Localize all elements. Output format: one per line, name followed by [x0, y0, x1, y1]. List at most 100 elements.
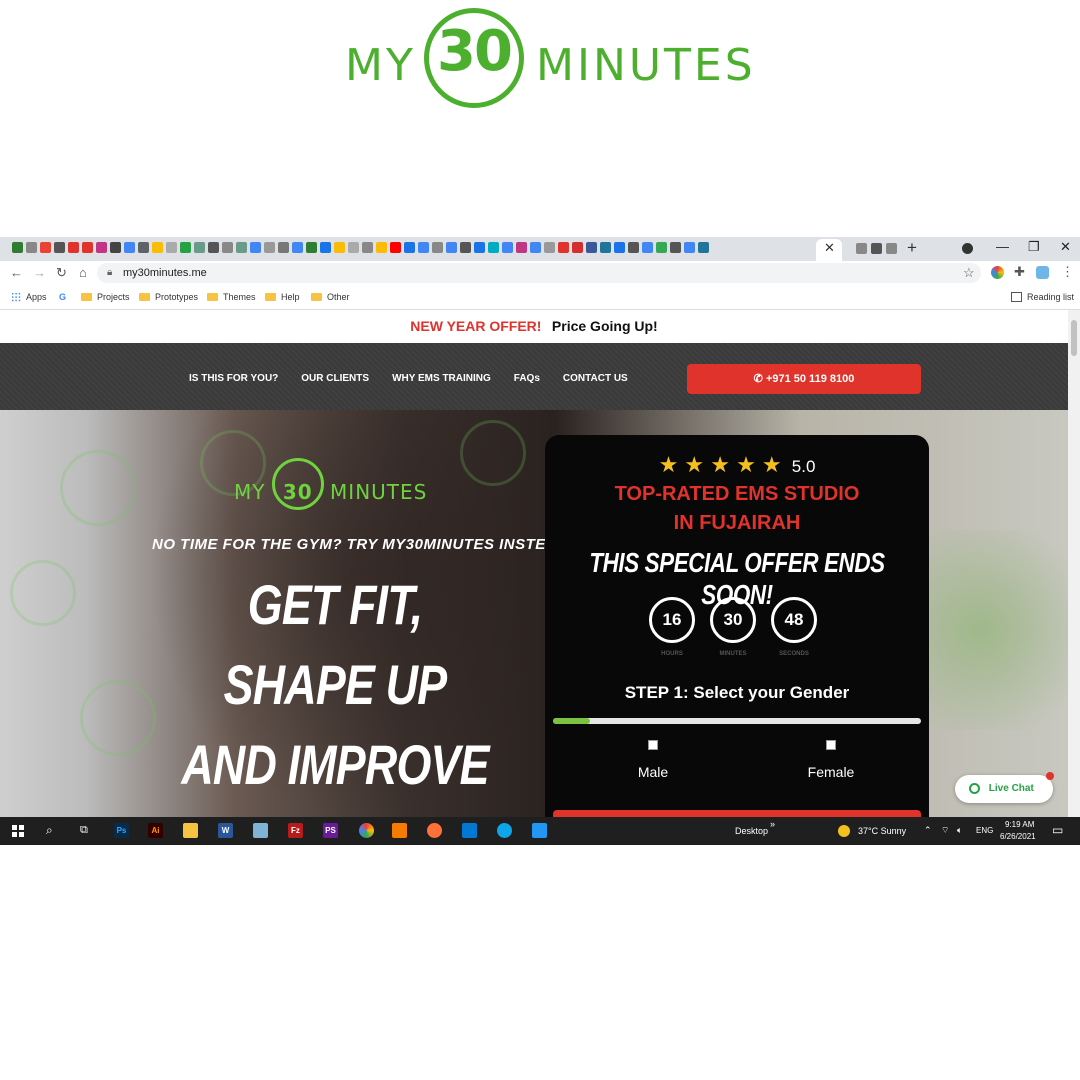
- female-checkbox[interactable]: [826, 740, 836, 750]
- forward-icon[interactable]: →: [33, 265, 46, 280]
- clock-date[interactable]: 6/26/2021: [1000, 832, 1036, 841]
- tab-favicon[interactable]: [236, 242, 247, 253]
- live-chat-button[interactable]: Live Chat: [955, 772, 1054, 803]
- tab-favicon[interactable]: [544, 242, 555, 253]
- tab-favicon[interactable]: [856, 243, 867, 254]
- tab-favicon[interactable]: [208, 242, 219, 253]
- tab-favicon[interactable]: [886, 243, 897, 254]
- tab-favicon[interactable]: [54, 242, 65, 253]
- tab-favicon[interactable]: [180, 242, 191, 253]
- xampp-icon[interactable]: [392, 823, 407, 838]
- chevron-up-icon[interactable]: ⌃: [924, 825, 932, 836]
- reload-icon[interactable]: ↻: [56, 265, 67, 281]
- nav-link-why-ems-training[interactable]: WHY EMS TRAINING: [392, 373, 491, 384]
- file-explorer-icon[interactable]: [183, 823, 198, 838]
- vscode-icon[interactable]: [462, 823, 477, 838]
- window-close-icon[interactable]: ✕: [1060, 239, 1071, 255]
- male-checkbox[interactable]: [648, 740, 658, 750]
- tab-favicon[interactable]: [474, 242, 485, 253]
- network-icon[interactable]: ⌔: [941, 825, 949, 836]
- edge-icon[interactable]: [497, 823, 512, 838]
- weather-sun-icon[interactable]: [838, 825, 850, 837]
- tab-favicon[interactable]: [390, 242, 401, 253]
- search-icon[interactable]: ⌕: [46, 823, 53, 838]
- tab-favicon[interactable]: [222, 242, 233, 253]
- scrollbar-thumb[interactable]: [1071, 320, 1077, 356]
- weather-text[interactable]: 37°C Sunny: [858, 826, 906, 836]
- extension-icon[interactable]: [991, 266, 1004, 279]
- tab-favicon[interactable]: [530, 242, 541, 253]
- tab-favicon[interactable]: [12, 242, 23, 253]
- gender-option-male[interactable]: Male: [593, 740, 713, 780]
- tab-favicon[interactable]: [306, 242, 317, 253]
- tab-favicon[interactable]: [194, 242, 205, 253]
- tab-favicon[interactable]: [166, 242, 177, 253]
- bookmark-folder-help[interactable]: Help: [265, 292, 300, 302]
- volume-icon[interactable]: 🔈︎: [957, 825, 962, 836]
- tab-favicon[interactable]: [642, 242, 653, 253]
- url-text[interactable]: my30minutes.me: [123, 267, 207, 279]
- chevron-right-icon[interactable]: »: [770, 819, 775, 829]
- tab-favicons[interactable]: [12, 242, 709, 256]
- bookmark-star-icon[interactable]: ☆: [963, 265, 975, 281]
- tab-favicon[interactable]: [418, 242, 429, 253]
- photoshop-icon[interactable]: Ps: [114, 823, 129, 838]
- bookmark-apps[interactable]: Apps: [11, 292, 47, 302]
- tab-favicon[interactable]: [152, 242, 163, 253]
- tab-favicon[interactable]: [40, 242, 51, 253]
- tab-favicon[interactable]: [600, 242, 611, 253]
- menu-dots-icon[interactable]: ⋮: [1061, 264, 1074, 280]
- tab-favicon[interactable]: [684, 242, 695, 253]
- back-icon[interactable]: ←: [10, 265, 23, 280]
- nav-link-contact-us[interactable]: CONTACT US: [563, 373, 628, 384]
- tab-favicon[interactable]: [404, 242, 415, 253]
- app-icon[interactable]: [253, 823, 268, 838]
- tab-favicon[interactable]: [68, 242, 79, 253]
- desktop-toolbar[interactable]: Desktop: [735, 826, 768, 836]
- language-indicator[interactable]: ENG: [976, 826, 993, 835]
- tab-favicon[interactable]: [871, 243, 882, 254]
- gender-option-female[interactable]: Female: [771, 740, 891, 780]
- firefox-icon[interactable]: [427, 823, 442, 838]
- nav-link-our-clients[interactable]: OUR CLIENTS: [301, 373, 369, 384]
- tab-favicon[interactable]: [362, 242, 373, 253]
- tab-search-icon[interactable]: [962, 243, 973, 254]
- tab-favicon[interactable]: [348, 242, 359, 253]
- phpstorm-icon[interactable]: PS: [323, 823, 338, 838]
- bookmark-folder-themes[interactable]: Themes: [207, 292, 256, 302]
- tab-favicon[interactable]: [26, 242, 37, 253]
- next-step-button[interactable]: [553, 810, 921, 817]
- tab-favicon[interactable]: [334, 242, 345, 253]
- bookmark-folder-projects[interactable]: Projects: [81, 292, 130, 302]
- bookmark-folder-other[interactable]: Other: [311, 292, 350, 302]
- home-icon[interactable]: ⌂: [79, 265, 87, 280]
- page-scrollbar[interactable]: [1068, 310, 1080, 817]
- tab-favicon[interactable]: [320, 242, 331, 253]
- tab-favicon[interactable]: [502, 242, 513, 253]
- tab-favicon[interactable]: [446, 242, 457, 253]
- tab-favicon[interactable]: [250, 242, 261, 253]
- clock-time[interactable]: 9:19 AM: [1005, 820, 1034, 829]
- male-label[interactable]: Male: [638, 764, 668, 780]
- tab-favicon[interactable]: [558, 242, 569, 253]
- female-label[interactable]: Female: [808, 764, 855, 780]
- filezilla-icon[interactable]: Fz: [288, 823, 303, 838]
- tab-favicon[interactable]: [82, 242, 93, 253]
- word-icon[interactable]: W: [218, 823, 233, 838]
- reading-list[interactable]: Reading list: [1011, 292, 1074, 302]
- tab-favicon[interactable]: [376, 242, 387, 253]
- bookmark-google[interactable]: G: [59, 292, 66, 302]
- tab-favicon[interactable]: [656, 242, 667, 253]
- task-view-icon[interactable]: ⧉: [80, 824, 88, 837]
- new-tab-icon[interactable]: +: [907, 238, 917, 258]
- url-bar[interactable]: 🔒︎ my30minutes.me ☆: [97, 263, 981, 283]
- extensions-puzzle-icon[interactable]: ✚: [1014, 264, 1025, 280]
- tab-favicon[interactable]: [264, 242, 275, 253]
- tab-favicon[interactable]: [278, 242, 289, 253]
- extension-icon[interactable]: [1036, 266, 1049, 279]
- tab-favicon[interactable]: [488, 242, 499, 253]
- minimize-icon[interactable]: —: [996, 239, 1009, 254]
- tab-favicon[interactable]: [432, 242, 443, 253]
- tab-favicon[interactable]: [614, 242, 625, 253]
- illustrator-icon[interactable]: Ai: [148, 823, 163, 838]
